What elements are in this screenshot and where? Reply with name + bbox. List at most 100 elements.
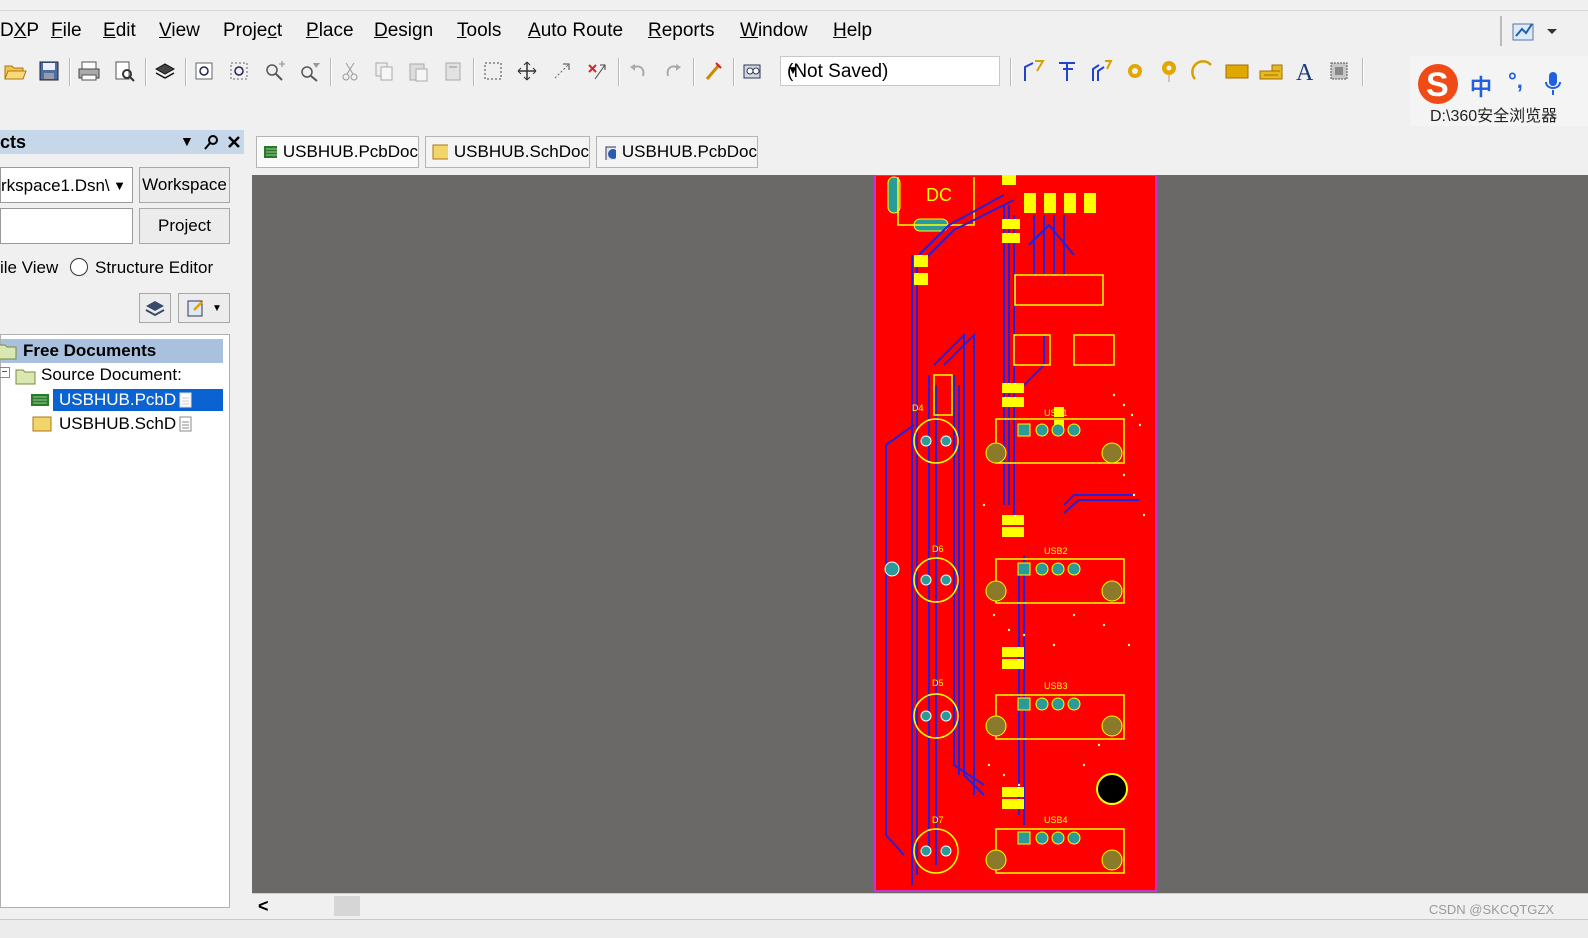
arc-icon[interactable]: [1190, 58, 1216, 84]
tree-folder-source-documents[interactable]: − Source Document:: [0, 365, 223, 387]
save-status-combo[interactable]: (Not Saved) ▼: [780, 56, 1000, 86]
menu-view[interactable]: View: [159, 20, 200, 42]
project-options-button[interactable]: ▼: [178, 293, 230, 323]
tree-item-sch-file[interactable]: USBHUB.SchD: [29, 413, 223, 435]
folder-icon: [0, 344, 17, 360]
ime-toolbar[interactable]: S 中 °, D:\360安全浏览器: [1410, 56, 1588, 126]
deselect-icon[interactable]: [549, 58, 575, 84]
project-tree: Free Documents − Source Document: USBHUB…: [0, 334, 230, 908]
tree-item-pcb-file[interactable]: USBHUB.PcbD: [29, 389, 223, 411]
panel-menu-chevron-icon[interactable]: ▼: [180, 133, 194, 149]
usb-label: USB1: [1044, 408, 1068, 418]
undo-icon[interactable]: [625, 58, 651, 84]
menu-tools[interactable]: Tools: [457, 20, 501, 42]
menu-place[interactable]: Place: [306, 20, 354, 42]
menu-dxp[interactable]: DXP: [0, 20, 39, 42]
component-browse-icon[interactable]: [740, 58, 766, 84]
diode-label: D5: [932, 678, 944, 688]
menu-auto-route[interactable]: Auto Route: [528, 20, 623, 42]
fill-icon[interactable]: [1224, 58, 1250, 84]
structure-editor-radio[interactable]: [70, 258, 88, 276]
menu-help[interactable]: Help: [833, 20, 872, 42]
microphone-icon[interactable]: [1542, 70, 1564, 96]
save-icon[interactable]: [36, 58, 62, 84]
structure-editor-radio-label[interactable]: Structure Editor: [95, 258, 213, 278]
horizontal-scrollbar[interactable]: < CSDN @SKCQTGZX: [252, 893, 1588, 920]
component-place-icon[interactable]: [1326, 58, 1352, 84]
pcb-document-icon: [31, 394, 49, 406]
cut-icon[interactable]: [337, 58, 363, 84]
multi-route-icon[interactable]: [1088, 58, 1114, 84]
workspace-combo[interactable]: rkspace1.Dsn\ ▼: [0, 167, 133, 203]
usb-label: USB4: [1044, 815, 1068, 825]
cross-probe-icon[interactable]: [700, 58, 726, 84]
open-folder-icon[interactable]: [2, 58, 28, 84]
workspace-button[interactable]: Workspace: [139, 167, 230, 203]
redo-icon[interactable]: [660, 58, 686, 84]
ime-punct-label[interactable]: °,: [1508, 68, 1523, 94]
workspace-combo-value: rkspace1.Dsn\: [1, 176, 110, 195]
menu-file[interactable]: File: [51, 20, 82, 42]
toolbar-separator: [185, 58, 187, 86]
interactive-route-icon[interactable]: [1020, 58, 1046, 84]
panel-title: cts: [0, 132, 27, 152]
zoom-fit-icon[interactable]: [192, 58, 218, 84]
zoom-filter-icon[interactable]: [297, 58, 323, 84]
string-text-icon[interactable]: A: [1292, 58, 1318, 84]
pcb-editor-canvas[interactable]: DC USB1 USB2 USB3 USB4 D4 D6 D5 D7: [252, 175, 1588, 893]
chevron-down-icon[interactable]: ▼: [787, 63, 995, 77]
toolbar-separator: [473, 58, 475, 86]
toolbar-separator: [145, 58, 147, 86]
sogou-logo-icon: S: [1418, 64, 1458, 104]
pcb-board[interactable]: DC USB1 USB2 USB3 USB4 D4 D6 D5 D7: [874, 175, 1157, 893]
polygon-pour-icon[interactable]: [1258, 58, 1284, 84]
menu-project[interactable]: Project: [223, 20, 282, 42]
scroll-left-arrow-icon[interactable]: <: [258, 896, 269, 917]
tree-item-label: USBHUB.SchD: [59, 414, 177, 433]
menu-bar: DXP File Edit View Project Place Design …: [0, 12, 1588, 52]
place-via-icon[interactable]: [1156, 58, 1182, 84]
project-combo[interactable]: [0, 208, 133, 244]
print-icon[interactable]: [76, 58, 102, 84]
project-button[interactable]: Project: [139, 208, 230, 244]
paste-special-icon[interactable]: [440, 58, 466, 84]
collapse-icon[interactable]: −: [0, 367, 10, 378]
ime-mode-label[interactable]: 中: [1470, 70, 1492, 102]
zoom-selected-icon[interactable]: [262, 58, 288, 84]
tab-usbhub-schdoc[interactable]: USBHUB.SchDoc: [425, 136, 590, 168]
tab-usbhub-pcbdoc-3d[interactable]: USBHUB.PcbDoc: [596, 136, 758, 168]
toolbar-separator: [693, 58, 695, 86]
document-status-icon: [179, 416, 192, 432]
schematic-document-icon: [32, 416, 52, 432]
tree-group-free-documents[interactable]: Free Documents: [0, 339, 223, 363]
toolbar-separator: [1362, 58, 1364, 86]
pcb-3d-document-icon: [605, 146, 616, 160]
copy-icon[interactable]: [371, 58, 397, 84]
layers-icon[interactable]: [152, 58, 178, 84]
menu-design[interactable]: Design: [374, 20, 433, 42]
paste-icon[interactable]: [405, 58, 431, 84]
pin-icon[interactable]: [202, 133, 220, 151]
scroll-thumb[interactable]: [334, 896, 360, 916]
diode-label: D6: [932, 544, 944, 554]
close-icon[interactable]: [226, 134, 242, 150]
chevron-down-icon: ▼: [212, 302, 222, 314]
signal-status-icon[interactable]: [1510, 16, 1560, 51]
place-pad-icon[interactable]: [1122, 58, 1148, 84]
chevron-down-icon[interactable]: ▼: [113, 178, 126, 193]
select-area-icon[interactable]: [480, 58, 506, 84]
menu-edit[interactable]: Edit: [103, 20, 136, 42]
differential-pair-route-icon[interactable]: [1054, 58, 1080, 84]
document-status-icon: [179, 392, 192, 408]
menu-window[interactable]: Window: [740, 20, 808, 42]
print-preview-icon[interactable]: [111, 58, 137, 84]
zoom-area-icon[interactable]: [227, 58, 253, 84]
projects-panel: cts ▼ rkspace1.Dsn\ ▼ Workspace Project …: [0, 130, 244, 930]
layers-panel-button[interactable]: [139, 293, 171, 323]
move-icon[interactable]: [514, 58, 540, 84]
svg-text:S: S: [1426, 66, 1449, 104]
menu-reports[interactable]: Reports: [648, 20, 715, 42]
tab-usbhub-pcbdoc[interactable]: USBHUB.PcbDoc: [256, 136, 419, 168]
clear-filter-icon[interactable]: [584, 58, 610, 84]
file-view-radio-label[interactable]: ile View: [0, 258, 58, 278]
